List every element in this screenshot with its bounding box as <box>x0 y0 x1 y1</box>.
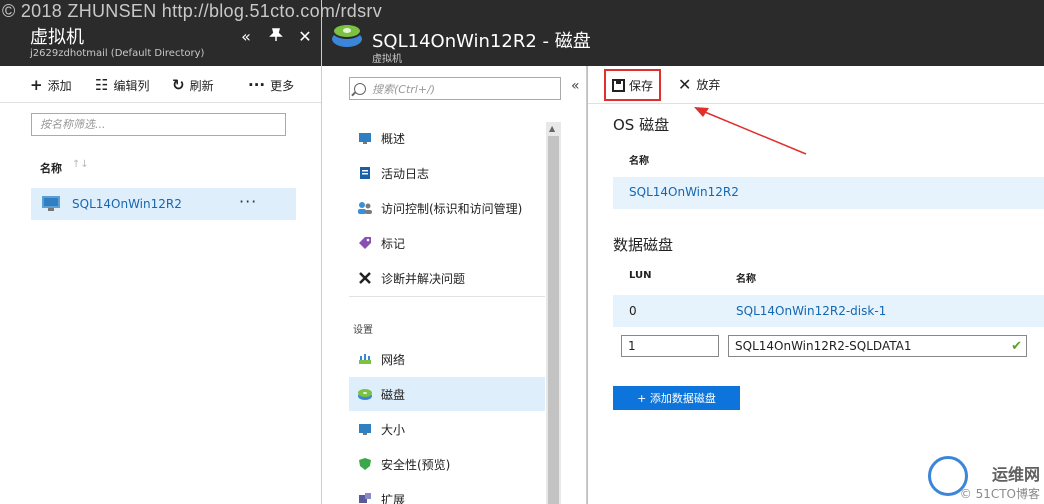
disks-blade: SQL14OnWin12R2 - 磁盘 虚拟机 搜索(Ctrl+/) « 概述 … <box>322 0 1044 504</box>
wrench-icon <box>357 270 373 286</box>
new-disk-name-input[interactable]: SQL14OnWin12R2-SQLDATA1 ✔ <box>728 335 1027 357</box>
blade-subtitle: 虚拟机 <box>372 54 402 65</box>
pin-icon[interactable] <box>265 26 287 48</box>
refresh-button[interactable]: ↻ 刷新 <box>172 75 214 95</box>
toolbar-divider <box>588 103 1044 104</box>
menu-item-label: 磁盘 <box>381 387 406 402</box>
column-header-name[interactable]: 名称 <box>40 160 62 176</box>
vm-list-blade: 虚拟机 j2629zdhotmail (Default Directory) «… <box>0 0 322 504</box>
data-disks-heading: 数据磁盘 <box>613 236 674 254</box>
extensions-icon <box>357 491 373 504</box>
watermark-line2: © 51CTO博客 <box>959 487 1040 501</box>
size-icon <box>357 421 373 437</box>
menu-item-label: 活动日志 <box>381 166 430 181</box>
disk-icon <box>357 386 373 402</box>
valid-check-icon: ✔ <box>1011 339 1022 354</box>
add-label: 添加 <box>47 78 72 93</box>
os-disk-link[interactable]: SQL14OnWin12R2 <box>629 185 739 199</box>
menu-item-label: 扩展 <box>381 492 406 504</box>
row-more-icon[interactable]: ··· <box>239 192 257 211</box>
add-button[interactable]: + 添加 <box>30 75 72 95</box>
collapse-menu-icon[interactable]: « <box>571 78 580 94</box>
menu-item-label: 访问控制(标识和访问管理) <box>381 201 523 216</box>
refresh-icon: ↻ <box>172 76 185 94</box>
columns-icon: ☷ <box>95 76 109 94</box>
menu-item-activity-log[interactable]: 活动日志 <box>349 156 545 190</box>
menu-item-extensions[interactable]: 扩展 <box>349 482 545 504</box>
screenshot-root: © 2018 ZHUNSEN http://blog.51cto.com/rds… <box>0 0 1044 504</box>
watermark-top: © 2018 ZHUNSEN http://blog.51cto.com/rds… <box>2 1 383 21</box>
data-disk-row[interactable]: 0 SQL14OnWin12R2-disk-1 <box>613 295 1044 327</box>
activity-log-icon <box>357 165 373 181</box>
discard-icon: ✕ <box>678 75 692 94</box>
menu-item-tags[interactable]: 标记 <box>349 226 545 260</box>
more-label: 更多 <box>270 78 295 93</box>
menu-item-overview[interactable]: 概述 <box>349 121 545 155</box>
discard-button[interactable]: ✕ 放弃 <box>678 75 720 94</box>
menu-item-disks[interactable]: 磁盘 <box>349 377 545 411</box>
blade-title: SQL14OnWin12R2 - 磁盘 <box>372 31 591 52</box>
menu-search-input[interactable]: 搜索(Ctrl+/) <box>349 77 561 100</box>
os-disk-col-name: 名称 <box>629 156 649 167</box>
menu-item-label: 网络 <box>381 352 406 367</box>
overview-icon <box>357 130 373 146</box>
vm-name: SQL14OnWin12R2 <box>72 197 182 211</box>
save-button[interactable]: 保存 <box>604 69 661 101</box>
save-icon <box>611 78 625 92</box>
tag-icon <box>357 235 373 251</box>
watermark-bottom-right: 运维网 © 51CTO博客 <box>960 461 1040 502</box>
search-icon <box>354 82 366 95</box>
menu-item-security[interactable]: 安全性(预览) <box>349 447 545 481</box>
discard-label: 放弃 <box>696 78 721 92</box>
menu-item-label: 标记 <box>381 236 406 251</box>
collapse-icon[interactable]: « <box>235 26 257 48</box>
disks-header: SQL14OnWin12R2 - 磁盘 虚拟机 <box>322 0 1044 66</box>
ellipsis-icon: ··· <box>248 76 266 94</box>
os-disk-row[interactable]: SQL14OnWin12R2 <box>613 177 1044 209</box>
edit-columns-label: 编辑列 <box>113 78 150 93</box>
col-name: 名称 <box>736 274 756 285</box>
menu-item-diagnose[interactable]: 诊断并解决问题 <box>349 261 545 295</box>
blade-subtitle: j2629zdhotmail (Default Directory) <box>30 48 205 59</box>
menu-scrollbar[interactable]: ▲ <box>546 122 561 504</box>
menu-item-label: 大小 <box>381 422 406 437</box>
menu-section-settings: 设置 <box>353 325 373 336</box>
refresh-label: 刷新 <box>189 78 214 93</box>
vm-list-row[interactable]: SQL14OnWin12R2 ··· <box>31 188 296 220</box>
data-disk-lun: 0 <box>629 304 637 318</box>
menu-item-label: 安全性(预览) <box>381 457 451 472</box>
vm-list-command-bar: + 添加 ☷ 编辑列 ↻ 刷新 ··· 更多 <box>0 66 321 103</box>
close-icon[interactable]: ✕ <box>294 26 316 48</box>
data-disk-link[interactable]: SQL14OnWin12R2-disk-1 <box>736 304 886 318</box>
edit-columns-button[interactable]: ☷ 编辑列 <box>95 75 149 95</box>
network-icon <box>357 351 373 367</box>
search-placeholder: 搜索(Ctrl+/) <box>372 82 436 96</box>
disks-content-pane: 保存 ✕ 放弃 OS 磁盘 名称 SQL14OnWin12R2 数据磁盘 LUN… <box>587 66 1044 504</box>
blade-title: 虚拟机 <box>30 27 84 48</box>
menu-item-access-control[interactable]: 访问控制(标识和访问管理) <box>349 191 545 225</box>
new-disk-lun-input[interactable]: 1 <box>621 335 719 357</box>
sort-icon[interactable]: ↑↓ <box>72 159 89 170</box>
scroll-thumb[interactable] <box>548 136 559 504</box>
filter-by-name-input[interactable]: 按名称筛选... <box>31 113 286 136</box>
os-disk-heading: OS 磁盘 <box>613 116 670 134</box>
col-lun: LUN <box>629 270 652 281</box>
access-control-icon <box>357 200 373 216</box>
more-button[interactable]: ··· 更多 <box>248 75 294 95</box>
watermark-line1: 运维网 <box>991 465 1040 484</box>
new-disk-name-value: SQL14OnWin12R2-SQLDATA1 <box>735 339 912 353</box>
scroll-up-icon[interactable]: ▲ <box>549 124 555 133</box>
menu-item-label: 诊断并解决问题 <box>381 271 466 286</box>
menu-item-label: 概述 <box>381 131 406 146</box>
menu-item-networking[interactable]: 网络 <box>349 342 545 376</box>
plus-icon: + <box>30 76 43 94</box>
save-label: 保存 <box>628 78 653 93</box>
resource-menu: 搜索(Ctrl+/) « 概述 活动日志 访问控制(标识和访问管理) 标记 诊断… <box>322 66 587 504</box>
menu-divider <box>349 296 545 297</box>
virtual-machine-icon <box>42 196 60 211</box>
shield-icon <box>357 456 373 472</box>
menu-item-size[interactable]: 大小 <box>349 412 545 446</box>
add-data-disk-button[interactable]: + 添加数据磁盘 <box>613 386 740 410</box>
